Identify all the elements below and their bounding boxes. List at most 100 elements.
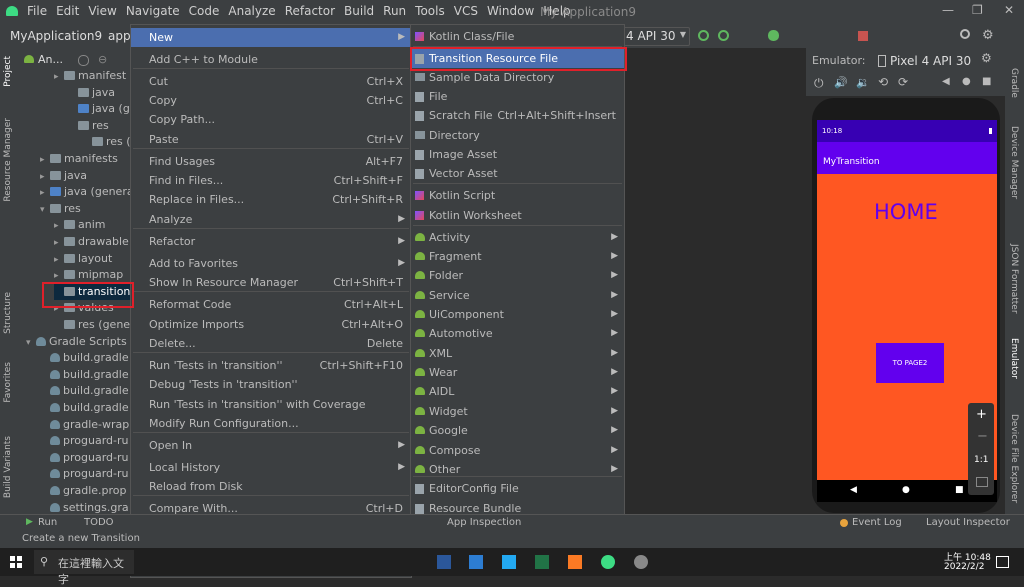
paint-app-icon[interactable] — [634, 555, 648, 569]
tree-item[interactable]: ▾ Gradle Scripts — [26, 334, 127, 350]
context-menu-item[interactable]: Find in Files... Ctrl+Shift+F — [131, 171, 411, 190]
new-submenu-item[interactable]: Kotlin Worksheet — [411, 206, 624, 225]
nav-recents-icon[interactable]: ■ — [955, 485, 964, 495]
taskbar-search-box[interactable]: ⚲ 在這裡輸入文字 — [34, 550, 134, 586]
tool-window-favorites[interactable]: Favorites — [3, 362, 13, 403]
menu-edit[interactable]: Edit — [56, 4, 79, 18]
context-menu-item[interactable]: Open In ▶ — [131, 436, 411, 455]
new-submenu-item[interactable]: Directory — [411, 126, 624, 145]
emulator-device-tab[interactable]: Pixel 4 API 30 — [890, 54, 971, 68]
tree-item[interactable]: res — [68, 118, 109, 134]
tree-item[interactable]: ▸ manifests — [40, 151, 118, 167]
context-menu-item[interactable]: Copy Path... — [131, 110, 411, 129]
tree-item[interactable]: build.gradle — [40, 400, 129, 416]
xampp-app-icon[interactable] — [568, 555, 582, 569]
tool-window-resource-manager[interactable]: Resource Manager — [3, 118, 13, 202]
new-submenu-item[interactable]: UiComponent ▶ — [411, 305, 624, 324]
rotate-right-icon[interactable]: ⟳ — [898, 75, 908, 89]
menu-vcs[interactable]: VCS — [454, 4, 478, 18]
tool-window-project[interactable]: Project — [3, 56, 13, 87]
overview-icon[interactable]: ■ — [982, 76, 991, 87]
minimize-icon[interactable]: — — [942, 3, 954, 17]
menu-window[interactable]: Window — [487, 4, 534, 18]
tree-item[interactable]: ▸ mipmap — [54, 267, 123, 283]
new-submenu-item[interactable]: Fragment ▶ — [411, 247, 624, 266]
tree-expand-icon[interactable]: ▸ — [54, 69, 64, 85]
layout-inspector-tab[interactable]: Layout Inspector — [926, 517, 1010, 528]
new-submenu-item[interactable]: XML ▶ — [411, 344, 624, 363]
tool-window-device-manager[interactable]: Device Manager — [1009, 126, 1019, 199]
taskbar-date[interactable]: 2022/2/2 — [944, 562, 984, 572]
windows-start-icon[interactable] — [10, 556, 22, 568]
zoom-in-icon[interactable]: + — [976, 407, 987, 422]
gear-icon[interactable]: ⚙ — [982, 28, 994, 43]
menu-view[interactable]: View — [88, 4, 116, 18]
power-icon[interactable]: ⏻ — [814, 76, 824, 91]
tree-item[interactable]: proguard-ru — [40, 466, 128, 482]
tree-item[interactable]: ▸ anim — [54, 217, 105, 233]
context-menu-item[interactable]: Find Usages Alt+F7 — [131, 152, 411, 171]
app-inspection-tab[interactable]: App Inspection — [447, 517, 521, 528]
home-icon[interactable]: ● — [962, 76, 971, 87]
event-log-tab[interactable]: Event Log — [852, 517, 902, 528]
context-menu-item[interactable]: Debug 'Tests in 'transition'' — [131, 375, 411, 394]
tree-expand-icon[interactable]: ▸ — [54, 252, 64, 268]
tree-item[interactable]: ▸ manifest — [54, 68, 126, 84]
new-submenu-item[interactable]: Activity ▶ — [411, 228, 624, 247]
tree-expand-icon[interactable]: ▸ — [40, 152, 50, 168]
excel-app-icon[interactable] — [535, 555, 549, 569]
tree-item[interactable]: ▸ java (genera — [40, 184, 130, 200]
tree-item[interactable]: proguard-ru — [40, 450, 128, 466]
tree-item[interactable]: settings.gra — [40, 500, 129, 514]
context-menu-item[interactable]: Replace in Files... Ctrl+Shift+R — [131, 190, 411, 209]
stop-icon[interactable] — [858, 31, 868, 41]
menu-tools[interactable]: Tools — [415, 4, 445, 18]
new-submenu-item[interactable]: Service ▶ — [411, 286, 624, 305]
todo-tab[interactable]: TODO — [84, 517, 114, 528]
new-submenu-item[interactable]: Scratch File Ctrl+Alt+Shift+Insert — [411, 106, 624, 125]
menu-refactor[interactable]: Refactor — [285, 4, 335, 18]
menu-run[interactable]: Run — [383, 4, 406, 18]
android-studio-taskbar-icon[interactable] — [601, 555, 615, 569]
tree-expand-icon[interactable]: ▸ — [54, 235, 64, 251]
tree-item[interactable]: ▸ java — [40, 168, 87, 184]
globe-icon[interactable] — [78, 55, 89, 66]
nav-home-icon[interactable]: ● — [902, 485, 910, 495]
menu-code[interactable]: Code — [189, 4, 220, 18]
tree-expand-icon[interactable]: ▾ — [40, 202, 50, 218]
tree-item[interactable]: ▸ drawable — [54, 234, 129, 250]
new-submenu-item[interactable]: EditorConfig File — [411, 479, 624, 498]
tree-item[interactable]: gradle.prop — [40, 483, 127, 499]
run-tab[interactable]: Run — [38, 517, 57, 528]
new-submenu-item[interactable]: Folder ▶ — [411, 266, 624, 285]
new-submenu-item[interactable]: Image Asset — [411, 145, 624, 164]
menu-file[interactable]: File — [27, 4, 47, 18]
context-menu-item[interactable]: Run 'Tests in 'transition'' with Coverag… — [131, 395, 411, 414]
context-menu-item[interactable]: Refactor ▶ — [131, 232, 411, 251]
tree-item[interactable]: res (gene — [82, 134, 130, 150]
menu-build[interactable]: Build — [344, 4, 374, 18]
nav-back-icon[interactable]: ◀ — [850, 485, 857, 495]
new-submenu-item[interactable]: Google ▶ — [411, 421, 624, 440]
search-icon[interactable] — [960, 29, 970, 39]
context-menu-item[interactable]: Cut Ctrl+X — [131, 72, 411, 91]
vscode-app-icon[interactable] — [502, 555, 516, 569]
mail-app-icon[interactable] — [469, 555, 483, 569]
restore-icon[interactable]: ❐ — [972, 3, 983, 17]
tool-window-structure[interactable]: Structure — [3, 292, 13, 334]
new-submenu-item[interactable]: AIDL ▶ — [411, 382, 624, 401]
back-icon[interactable]: ◀ — [942, 76, 950, 87]
tree-expand-icon[interactable]: ▸ — [40, 185, 50, 201]
breadcrumb-project[interactable]: MyApplication9 — [10, 29, 102, 43]
tree-expand-icon[interactable]: ▸ — [40, 169, 50, 185]
new-submenu-item[interactable]: Compose ▶ — [411, 441, 624, 460]
apply-code-changes-icon[interactable] — [718, 30, 729, 41]
zoom-ratio[interactable]: 1:1 — [974, 455, 988, 465]
context-menu-item[interactable]: Show In Resource Manager Ctrl+Shift+T — [131, 273, 411, 292]
tree-item[interactable]: res (generat — [54, 317, 130, 333]
collapse-icon[interactable]: ⊖ — [98, 53, 107, 66]
debug-icon[interactable] — [768, 30, 779, 41]
tool-window-emulator[interactable]: Emulator — [1009, 338, 1019, 379]
tree-item[interactable]: build.gradle — [40, 367, 129, 383]
notification-icon[interactable] — [996, 556, 1009, 568]
